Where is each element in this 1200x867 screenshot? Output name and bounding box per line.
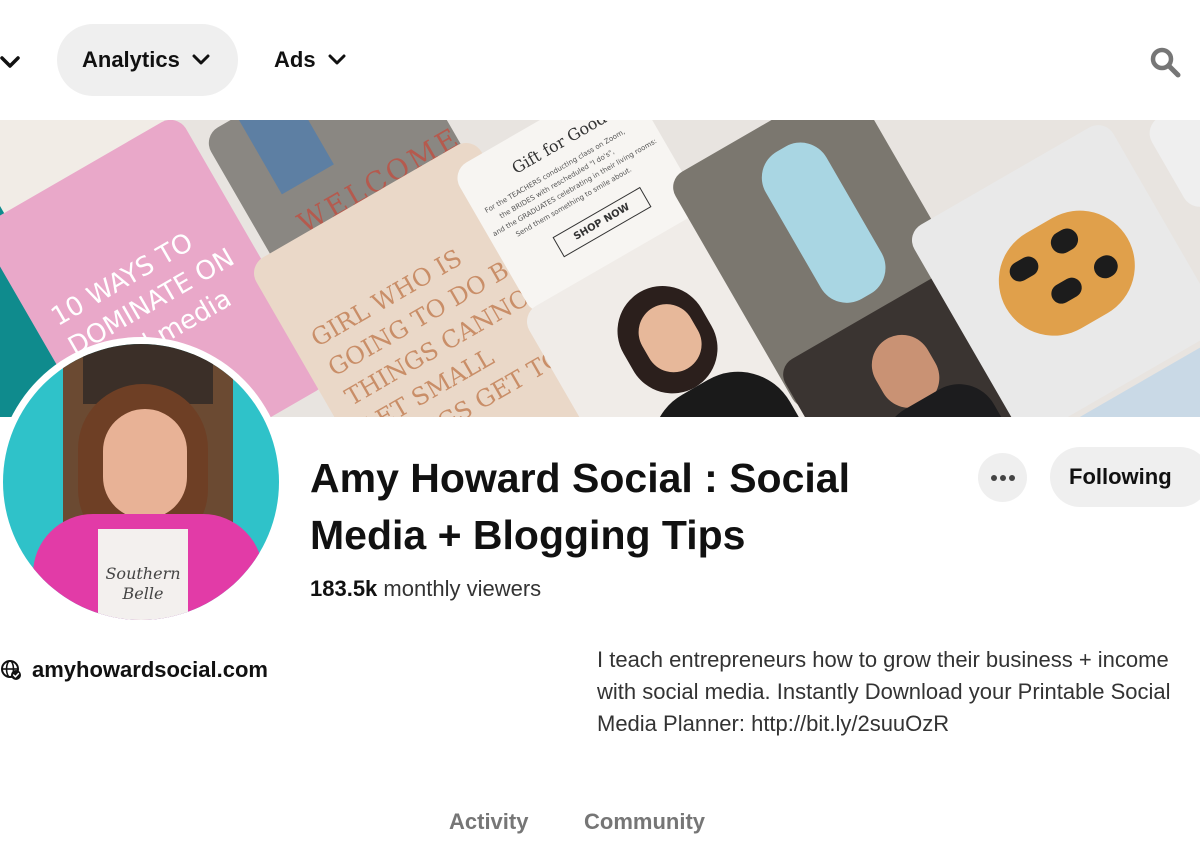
monthly-viewers-label: monthly viewers <box>383 576 542 601</box>
top-navigation: Analytics Ads <box>0 0 1200 120</box>
verified-globe-icon <box>1 660 21 680</box>
more-icon <box>990 474 1015 481</box>
ads-menu-button[interactable]: Ads <box>252 24 372 96</box>
profile-avatar[interactable]: Southern Belle <box>0 337 286 627</box>
ads-label: Ads <box>274 47 316 72</box>
monthly-viewers-count: 183.5k <box>310 576 378 601</box>
analytics-menu-button[interactable]: Analytics <box>57 24 238 96</box>
profile-tabs: Activity Community <box>0 809 1200 849</box>
chevron-down-icon <box>192 54 210 65</box>
monthly-viewers: 183.5k monthly viewers <box>310 576 541 602</box>
tab-activity[interactable]: Activity <box>449 809 528 835</box>
chevron-down-icon <box>328 54 346 65</box>
website-link[interactable]: amyhowardsocial.com <box>0 657 268 683</box>
search-icon <box>1150 47 1181 78</box>
following-label: Following <box>1069 464 1172 489</box>
profile-bio: I teach entrepreneurs how to grow their … <box>597 647 1171 736</box>
search-button[interactable] <box>1145 42 1185 82</box>
avatar-shirt-text: Southern Belle <box>105 564 181 603</box>
profile-name: Amy Howard Social : Social Media + Blogg… <box>310 455 850 558</box>
tab-community[interactable]: Community <box>584 809 705 835</box>
website-url[interactable]: amyhowardsocial.com <box>32 657 268 683</box>
more-options-button[interactable] <box>978 453 1027 502</box>
avatar-photo: Southern Belle <box>3 344 279 620</box>
analytics-label: Analytics <box>82 47 180 72</box>
following-button[interactable]: Following <box>1050 447 1200 507</box>
chevron-down-icon[interactable] <box>0 50 24 74</box>
